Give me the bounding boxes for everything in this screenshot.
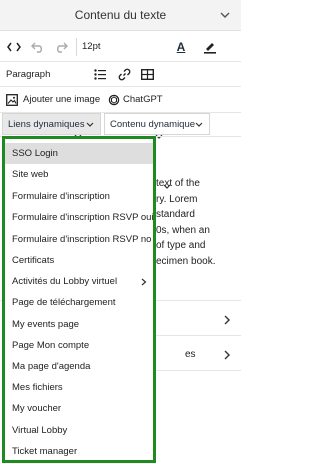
- menu-item-label: Page Mon compte: [12, 340, 90, 351]
- chatgpt-button[interactable]: ChatGPT: [108, 89, 174, 111]
- menu-item-label: Formulaire d'inscription RSVP no: [12, 234, 152, 245]
- menu-item-my-voucher[interactable]: My voucher: [5, 398, 153, 419]
- source-code-icon[interactable]: [6, 36, 22, 58]
- menu-item-certificates[interactable]: Certificats: [5, 250, 153, 271]
- toolbar-row-3: Ajouter une image ChatGPT: [0, 87, 241, 189]
- collapsed-section-2[interactable]: es: [155, 339, 241, 371]
- menu-item-virtual-lobby-activities[interactable]: Activités du Lobby virtuel: [5, 271, 153, 292]
- editor-line: of type and: [156, 240, 206, 251]
- bullet-list-icon[interactable]: [92, 63, 108, 85]
- menu-item-label: Virtual Lobby: [12, 425, 68, 436]
- text-color-icon: A: [176, 39, 186, 54]
- menu-item-label: Ticket manager: [12, 446, 78, 457]
- menu-item-my-agenda-page[interactable]: Ma page d'agenda: [5, 356, 153, 377]
- block-format-select[interactable]: Paragraph: [6, 63, 81, 85]
- editor-line: standard: [156, 209, 195, 220]
- menu-item-my-files[interactable]: Mes fichiers: [5, 377, 153, 398]
- menu-item-label: Ma page d'agenda: [12, 361, 91, 372]
- menu-item-label: Formulaire d'inscription RSVP oui: [12, 212, 154, 223]
- dynamic-links-label: Liens dynamiques: [8, 118, 85, 130]
- highlighter-icon: [204, 42, 216, 54]
- menu-item-label: Page de téléchargement: [12, 297, 116, 308]
- link-icon[interactable]: [116, 63, 132, 85]
- panel-title: Contenu du texte: [74, 8, 167, 22]
- chevron-right-icon: [224, 350, 230, 360]
- dynamic-content-button[interactable]: Contenu dynamique: [104, 113, 210, 135]
- add-image-label: Ajouter une image: [23, 94, 101, 105]
- add-image-button[interactable]: Ajouter une image: [6, 89, 106, 111]
- editor-line: 0s, when an: [156, 224, 210, 236]
- dynamic-links-button[interactable]: Liens dynamiques: [2, 113, 101, 135]
- menu-item-label: Site web: [12, 169, 49, 180]
- menu-item-sso-login[interactable]: SSO Login: [5, 143, 153, 164]
- toolbar-row-1: 12pt A: [0, 32, 241, 82]
- highlight-color-button[interactable]: [200, 36, 220, 58]
- chevron-down-icon: [195, 122, 203, 127]
- menu-item-my-events-page[interactable]: My events page: [5, 314, 153, 335]
- dynamic-links-menu: SSO Login Site web Formulaire d'inscript…: [2, 136, 156, 463]
- editor-line: text of the: [156, 178, 200, 189]
- chevron-right-icon: [141, 278, 147, 286]
- menu-item-label: My events page: [12, 319, 80, 330]
- chevron-down-icon: [220, 12, 230, 18]
- menu-item-registration-form-rsvp-yes[interactable]: Formulaire d'inscription RSVP oui: [5, 207, 154, 228]
- chevron-right-icon: [224, 315, 230, 325]
- table-icon[interactable]: [139, 63, 155, 85]
- font-size-value: 12pt: [82, 41, 101, 52]
- undo-icon[interactable]: [29, 36, 47, 58]
- menu-item-download-page[interactable]: Page de téléchargement: [5, 292, 153, 313]
- chatgpt-label: ChatGPT: [123, 94, 163, 105]
- menu-item-label: Activités du Lobby virtuel: [12, 276, 118, 287]
- menu-item-label: My voucher: [12, 403, 62, 414]
- editor-line: ry. Lorem: [156, 193, 198, 205]
- menu-item-label: Mes fichiers: [12, 382, 63, 393]
- menu-item-label: SSO Login: [12, 148, 58, 159]
- menu-item-registration-form-rsvp-no[interactable]: Formulaire d'inscription RSVP no: [5, 229, 153, 250]
- dynamic-content-label: Contenu dynamique: [110, 118, 196, 130]
- editor-text: text of the ry. Lorem standard 0s, when …: [156, 176, 240, 269]
- collapsed-section-1[interactable]: [155, 304, 241, 336]
- editor-line: ecimen book.: [156, 255, 216, 267]
- redo-icon[interactable]: [52, 36, 70, 58]
- section-label: es: [185, 349, 196, 360]
- menu-item-registration-form[interactable]: Formulaire d'inscription: [5, 186, 153, 207]
- font-size-select[interactable]: 12pt: [82, 36, 162, 58]
- menu-item-label: Formulaire d'inscription: [12, 191, 110, 202]
- menu-item-label: Certificats: [12, 255, 55, 266]
- menu-item-ticket-manager[interactable]: Ticket manager: [5, 441, 153, 462]
- chevron-down-icon: [86, 122, 94, 127]
- menu-item-my-account-page[interactable]: Page Mon compte: [5, 335, 153, 356]
- toolbar-row-2: Paragraph: [0, 62, 241, 139]
- panel-header[interactable]: Contenu du texte: [0, 0, 241, 31]
- menu-item-virtual-lobby[interactable]: Virtual Lobby: [5, 420, 153, 441]
- block-format-value: Paragraph: [6, 68, 51, 80]
- image-icon: [6, 93, 18, 106]
- menu-item-site-web[interactable]: Site web: [5, 164, 153, 185]
- text-color-button[interactable]: A: [168, 36, 194, 58]
- chatgpt-icon: [108, 94, 120, 105]
